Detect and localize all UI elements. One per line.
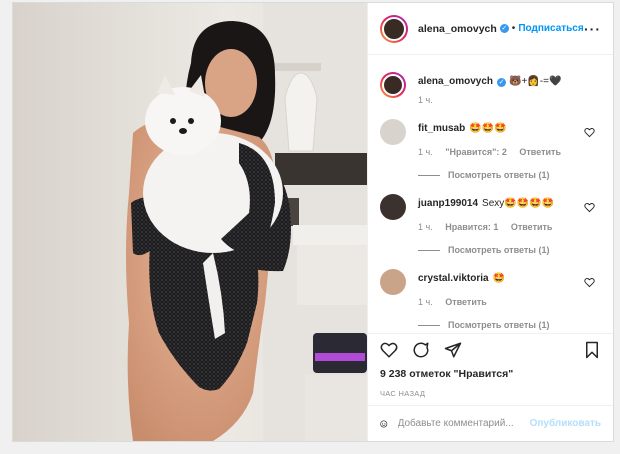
verified-badge-icon: ✓ <box>499 24 509 33</box>
more-options-icon[interactable]: ··· <box>584 21 601 37</box>
commenter-avatar[interactable] <box>380 119 406 145</box>
comment-time[interactable]: 1 ч. <box>418 222 433 232</box>
follow-button[interactable]: Подписаться <box>518 23 583 34</box>
post-time[interactable]: ЧАС НАЗАД <box>380 389 601 398</box>
comment-time[interactable]: 1 ч. <box>418 147 433 157</box>
separator-dot: • <box>511 23 516 34</box>
caption-username[interactable]: alena_omovych <box>418 76 493 87</box>
verified-badge-icon: ✓ <box>497 78 507 87</box>
comment-item: juanp199014 Sexy🤩🤩🤩🤩 1 ч. Нравится: 1 Отв… <box>380 194 601 255</box>
bookmark-icon[interactable] <box>583 341 601 359</box>
instagram-post: alena_omovych ✓ • Подписаться ··· alena_… <box>12 2 614 442</box>
caption-time[interactable]: 1 ч. <box>418 95 433 105</box>
reply-button[interactable]: Ответить <box>511 222 553 232</box>
view-replies-label: Посмотреть ответы (1) <box>448 170 550 180</box>
view-replies-button[interactable]: Посмотреть ответы (1) <box>418 320 601 330</box>
publish-button[interactable]: Опубликовать <box>530 418 601 429</box>
post-header: alena_omovych ✓ • Подписаться ··· <box>368 3 613 55</box>
comment-likes[interactable]: Нравится: 1 <box>445 222 498 232</box>
comment-username[interactable]: juanp199014 <box>418 198 478 209</box>
reply-button[interactable]: Ответить <box>445 297 487 307</box>
comment-icon[interactable] <box>412 341 430 359</box>
caption-avatar[interactable] <box>380 72 406 98</box>
author-username[interactable]: alena_omovych <box>418 23 497 35</box>
comment-text: 🤩🤩🤩 <box>469 123 507 134</box>
reply-button[interactable]: Ответить <box>519 147 561 157</box>
comment-item: crystal.viktoria 🤩 1 ч. Ответить Посмотре… <box>380 269 601 330</box>
likes-count[interactable]: 9 238 отметок "Нравится" <box>380 368 601 380</box>
comment-text: Sexy🤩🤩🤩🤩 <box>482 198 555 209</box>
share-icon[interactable] <box>444 341 462 359</box>
caption: alena_omovych ✓ 🐻+👩-=🖤 1 ч. <box>380 72 601 105</box>
heart-icon[interactable] <box>380 341 398 359</box>
view-replies-button[interactable]: Посмотреть ответы (1) <box>418 245 601 255</box>
commenter-avatar[interactable] <box>380 269 406 295</box>
comment-time[interactable]: 1 ч. <box>418 297 433 307</box>
photo-illustration <box>13 3 367 441</box>
caption-text: 🐻+👩-=🖤 <box>509 76 562 87</box>
view-replies-label: Посмотреть ответы (1) <box>448 245 550 255</box>
view-replies-button[interactable]: Посмотреть ответы (1) <box>418 170 601 180</box>
comment-item: fit_musab 🤩🤩🤩 1 ч. "Нравится": 2 Ответить… <box>380 119 601 180</box>
commenter-avatar[interactable] <box>380 194 406 220</box>
author-avatar[interactable] <box>380 14 408 43</box>
comment-input[interactable] <box>397 418 530 429</box>
emoji-icon[interactable] <box>380 415 388 433</box>
comment-likes[interactable]: "Нравится": 2 <box>445 147 507 157</box>
comments-list[interactable]: alena_omovych ✓ 🐻+👩-=🖤 1 ч. fit_musab 🤩🤩🤩 1… <box>368 56 613 333</box>
comment-username[interactable]: fit_musab <box>418 123 465 134</box>
comment-like-heart-icon[interactable] <box>584 202 595 213</box>
post-actions: 9 238 отметок "Нравится" ЧАС НАЗАД <box>368 333 613 398</box>
post-side-panel: alena_omovych ✓ • Подписаться ··· alena_… <box>367 3 613 441</box>
comment-like-heart-icon[interactable] <box>584 277 595 288</box>
view-replies-label: Посмотреть ответы (1) <box>448 320 550 330</box>
action-icons-row <box>380 334 601 366</box>
post-photo[interactable] <box>13 3 367 441</box>
comment-like-heart-icon[interactable] <box>584 127 595 138</box>
add-comment-bar: Опубликовать <box>368 405 613 441</box>
comment-username[interactable]: crystal.viktoria <box>418 273 489 284</box>
comment-text: 🤩 <box>492 273 506 284</box>
